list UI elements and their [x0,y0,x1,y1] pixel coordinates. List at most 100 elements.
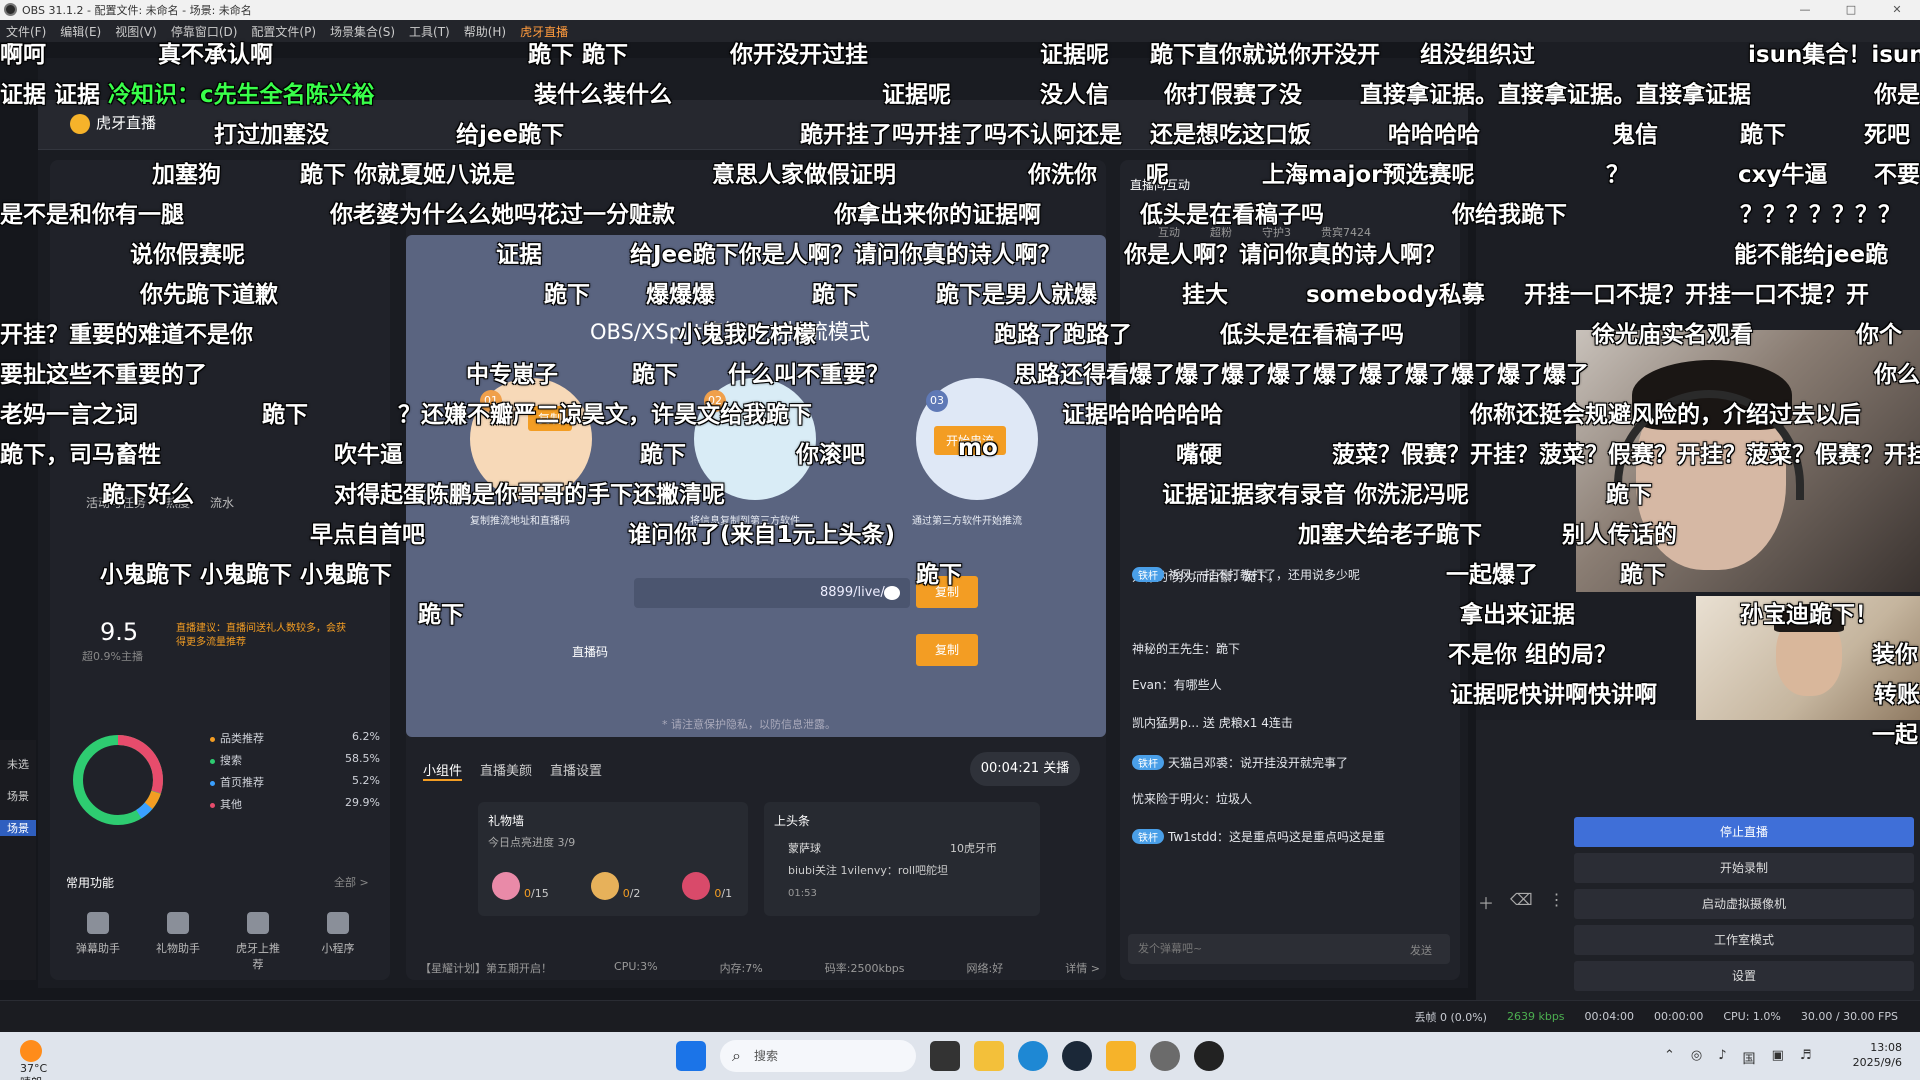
danmaku-comment: isun集合！isun集 [1748,42,1920,68]
legend-dot [210,736,215,742]
menu-scene-collection[interactable]: 场景集合(S) [330,23,395,40]
gift-items: 0/15 0/2 0/1 [492,872,732,900]
danmaku-comment: 要扯这些不重要的了 [0,362,207,388]
tool-recommend[interactable]: 虎牙上推荐 [234,912,282,972]
stream-score-sub: 超0.9%主播 [82,650,143,663]
ime-icon[interactable]: 国 [1743,1048,1756,1067]
gift-item: 0/15 [492,872,549,900]
danmaku-comment: 死吧 [1864,122,1910,148]
legend-label: 首页推荐 [220,776,264,789]
chat-message: 凯内猛男p... 送 虎粮x1 4连击 [1132,714,1293,731]
bitrate-status: 码率:2500kbps [824,962,905,975]
taskbar-apps: 搜索 [676,1040,1224,1072]
chat-message: 铁杆 天猫吕邓裘：说开挂没开就完事了 [1132,754,1348,771]
obs-title-bar: OBS 31.1.2 - 配置文件: 未命名 - 场景: 未命名 — □ ✕ [0,0,1920,20]
tools-all-link[interactable]: 全部 > [334,874,369,890]
menu-view[interactable]: 视图(V) [115,23,157,40]
tool-miniapp[interactable]: 小程序 [314,912,362,972]
obs-menu-bar: 文件(F) 编辑(E) 视图(V) 停靠窗口(D) 配置文件(P) 场景集合(S… [0,20,1920,42]
tool-gift[interactable]: 礼物助手 [154,912,202,972]
scene-item-active[interactable]: 场景 [0,820,36,836]
close-icon[interactable]: ✕ [1874,0,1920,20]
more-icon[interactable]: ⋮ [1549,890,1565,914]
danmaku-comment: 低头是在看稿子吗 [1140,202,1324,228]
scene-item[interactable]: 未选 [0,756,36,772]
tool-danmaku[interactable]: 弹幕助手 [74,912,122,972]
stream-url-field[interactable]: 8899/live/ [634,578,910,608]
legend-dot [210,780,215,786]
danmaku-comment: ？还嫌不瓣严二谅昊文，许昊文给我跪下 [398,402,812,428]
add-icon[interactable]: ＋ [1478,890,1494,914]
chat-input[interactable]: 发个弹幕吧~ [1128,934,1450,964]
dropped-frames: 丢帧 0 (0.0%) [1414,1010,1487,1024]
fan-badge: 铁杆 [1132,755,1164,770]
display-icon[interactable]: ▣ [1772,1048,1784,1067]
obs-icon[interactable] [1194,1041,1224,1071]
file-explorer-icon[interactable] [974,1041,1004,1071]
record-time: 00:00:00 [1653,1010,1704,1023]
legend-value: 6.2% [352,730,380,743]
danmaku-comment: 真不承认啊 [158,42,273,68]
trash-icon[interactable]: ⌫ [1510,890,1533,914]
start-record-button[interactable]: 开始录制 [1574,853,1914,883]
danmaku-comment: 低头是在看稿子吗 [1220,322,1404,348]
legend-label: 其他 [220,798,242,811]
danmaku-comment: 哈哈哈哈 [1388,122,1480,148]
weather-widget[interactable]: 37°C 晴朗 [20,1040,48,1080]
tab-beauty[interactable]: 直播美颜 [480,760,532,781]
promo-notice[interactable]: 【星耀计划】第五期开启！ [420,960,552,976]
menu-tools[interactable]: 工具(T) [409,23,450,40]
legend-label: 品类推荐 [220,732,264,745]
danmaku-comment: ？ [1606,162,1629,188]
gift-wall-progress: 今日点亮进度 3/9 [488,836,576,849]
danmaku-comment: 冷知识：c先生全名陈兴裕 [108,82,375,108]
chevron-up-icon[interactable]: ⌃ [1664,1048,1675,1067]
danmaku-comment: 你老婆为什么么她吗花过一分赃款 [330,202,675,228]
copy-code-button[interactable]: 复制 [916,634,978,666]
scene-item[interactable]: 场景 [0,788,36,804]
network-icon[interactable]: ◎ [1691,1048,1702,1067]
virtual-camera-button[interactable]: 启动虚拟摄像机 [1574,889,1914,919]
tab-stream-settings[interactable]: 直播设置 [550,760,602,781]
studio-mode-button[interactable]: 工作室模式 [1574,925,1914,955]
danmaku-comment: 给Jee跪下你是人啊？请问你真的诗人啊？ [630,242,1061,268]
menu-help[interactable]: 帮助(H) [464,23,506,40]
tab-widgets[interactable]: 小组件 [423,760,463,781]
danmaku-comment: 跑路了跑路了 [994,322,1132,348]
edge-icon[interactable] [1018,1041,1048,1071]
headline-title: 上头条 [774,814,811,828]
steam-icon[interactable] [1062,1041,1092,1071]
danmaku-comment: 早点自首吧 [310,522,425,548]
danmaku-comment: 你开没开过挂 [730,42,868,68]
clock[interactable]: 13:08 2025/9/6 [1853,1040,1902,1070]
settings-button[interactable]: 设置 [1574,961,1914,991]
danmaku-comment: ？？？？？？？ [1740,202,1901,228]
details-link[interactable]: 详情 > [1065,960,1100,976]
danmaku-comment: 能不能给jee跪 [1734,242,1889,268]
stop-stream-button[interactable]: 停止直播 [1574,817,1914,847]
tab-flow[interactable]: 流水 [210,494,234,511]
chat-message: 铁杆 祈风：打不打教打了，还用说多少呢 [1132,566,1360,583]
huya-icon[interactable] [1106,1041,1136,1071]
volume-icon[interactable]: ♬ [1800,1048,1812,1067]
chat-text: 祈风：打不打教打了，还用说多少呢 [1168,568,1361,582]
settings-gear-icon[interactable] [1150,1041,1180,1071]
mic-icon[interactable]: ♪ [1718,1048,1726,1067]
maximize-icon[interactable]: □ [1828,0,1874,20]
menu-edit[interactable]: 编辑(E) [60,23,101,40]
widget-tabs: 小组件 直播美颜 直播设置 [423,760,602,781]
danmaku-comment: 跪下 跪下 [528,42,629,68]
task-view-icon[interactable] [930,1041,960,1071]
danmaku-comment: 呢 [1146,162,1169,188]
danmaku-comment: 你是 [1874,82,1920,108]
windows-start-icon[interactable] [676,1041,706,1071]
assistant-status-line: 【星耀计划】第五期开启！ CPU:3% 内存:7% 码率:2500kbps 网络… [420,960,1100,976]
headline-user: 蒙萨球 [788,842,821,855]
eye-icon[interactable] [884,586,900,600]
danmaku-comment: 啊呵 [0,42,46,68]
minimize-icon[interactable]: — [1782,0,1828,20]
tool-label: 虎牙上推荐 [236,942,280,971]
chat-send-button[interactable]: 发送 [1410,942,1432,958]
taskbar-search[interactable]: 搜索 [720,1040,916,1072]
end-stream-timer-button[interactable]: 00:04:21 关播 [970,752,1080,786]
